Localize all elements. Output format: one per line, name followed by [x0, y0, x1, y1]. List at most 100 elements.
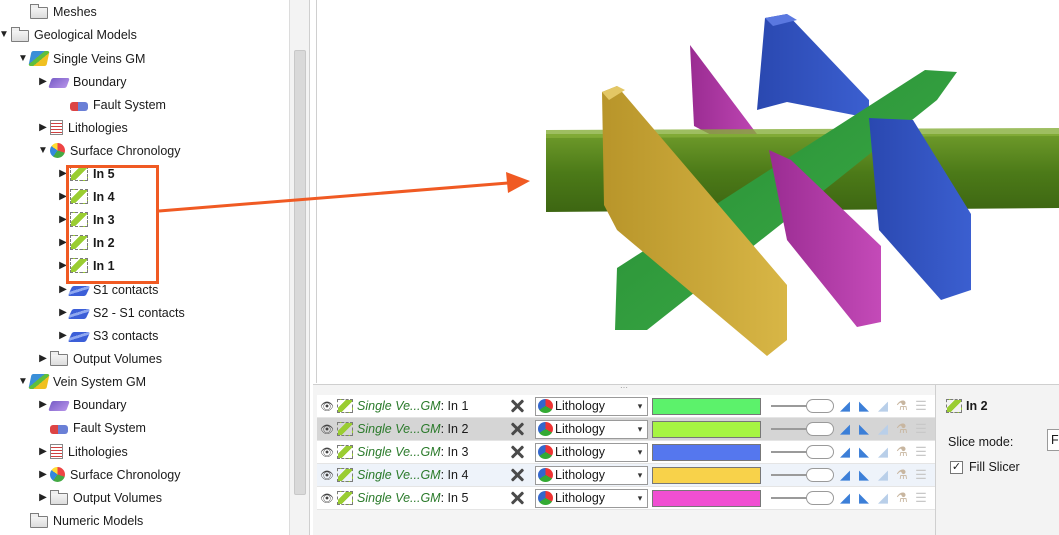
slice-both-icon[interactable]: ◢: [875, 467, 891, 483]
tree-item[interactable]: ▶ Output Volumes: [36, 486, 162, 509]
expand-arrow-icon[interactable]: ▶: [36, 353, 50, 364]
slider-thumb[interactable]: [806, 445, 834, 459]
tree-item[interactable]: ▼ Single Veins GM: [16, 47, 145, 70]
slice-front-icon[interactable]: ◢: [837, 490, 853, 506]
colour-swatch[interactable]: [652, 489, 761, 507]
colour-mode-select[interactable]: Lithology ▾: [535, 488, 648, 508]
remove-shape-icon[interactable]: [509, 444, 525, 460]
colour-mode-select[interactable]: Lithology ▾: [535, 442, 648, 462]
legend-list-icon[interactable]: ☰: [913, 490, 929, 506]
tree-item[interactable]: Fault System: [36, 416, 146, 439]
properties-tool-icon[interactable]: ⚗: [894, 444, 910, 460]
colour-mode-select[interactable]: Lithology ▾: [535, 419, 648, 439]
slice-back-icon[interactable]: ◣: [856, 490, 872, 506]
tree-item[interactable]: ▶ S3 contacts: [56, 324, 158, 347]
legend-list-icon[interactable]: ☰: [913, 467, 929, 483]
slice-front-icon[interactable]: ◢: [837, 421, 853, 437]
opacity-slider[interactable]: [771, 489, 834, 507]
properties-tool-icon[interactable]: ⚗: [894, 421, 910, 437]
scene-viewport[interactable]: [316, 0, 1059, 383]
collapse-arrow-icon[interactable]: ▼: [36, 145, 50, 156]
remove-shape-icon[interactable]: [509, 398, 525, 414]
visibility-eye-icon[interactable]: 👁: [317, 400, 337, 413]
visibility-eye-icon[interactable]: 👁: [317, 446, 337, 459]
slice-back-icon[interactable]: ◣: [856, 398, 872, 414]
legend-list-icon[interactable]: ☰: [913, 444, 929, 460]
collapse-arrow-icon[interactable]: ▼: [16, 53, 30, 64]
colour-mode-label: Lithology: [555, 422, 606, 436]
shape-list-row[interactable]: 👁 Single Ve...GM: In 5 Lithology ▾ ◢ ◣ ◢ ⚗ ☰: [317, 487, 935, 510]
tree-scrollbar[interactable]: [289, 0, 310, 535]
slider-thumb[interactable]: [806, 491, 834, 505]
visibility-eye-icon[interactable]: 👁: [317, 469, 337, 482]
colour-mode-select[interactable]: Lithology ▾: [535, 396, 648, 416]
lithology-icon: [538, 399, 553, 413]
opacity-slider[interactable]: [771, 466, 834, 484]
slice-both-icon[interactable]: ◢: [875, 444, 891, 460]
tree-item[interactable]: ▶ Output Volumes: [36, 347, 162, 370]
shape-list-row[interactable]: 👁 Single Ve...GM: In 3 Lithology ▾ ◢ ◣ ◢ ⚗ ☰: [317, 441, 935, 464]
colour-swatch[interactable]: [652, 420, 761, 438]
expand-arrow-icon[interactable]: ▶: [36, 446, 50, 457]
slice-both-icon[interactable]: ◢: [875, 490, 891, 506]
fill-slicer-checkbox[interactable]: ✓: [950, 460, 963, 474]
properties-tool-icon[interactable]: ⚗: [894, 490, 910, 506]
properties-tool-icon[interactable]: ⚗: [894, 398, 910, 414]
slice-front-icon[interactable]: ◢: [837, 444, 853, 460]
properties-tool-icon[interactable]: ⚗: [894, 467, 910, 483]
tree-item[interactable]: ▼ Surface Chronology: [36, 139, 180, 162]
expand-arrow-icon[interactable]: ▶: [36, 492, 50, 503]
shape-list-row[interactable]: 👁 Single Ve...GM: In 1 Lithology ▾ ◢ ◣ ◢ ⚗ ☰: [317, 395, 935, 418]
chevron-down-icon: ▾: [637, 446, 643, 457]
opacity-slider[interactable]: [771, 443, 834, 461]
slice-both-icon[interactable]: ◢: [875, 398, 891, 414]
legend-list-icon[interactable]: ☰: [913, 421, 929, 437]
shape-model-name: Single Ve...GM: [357, 422, 441, 436]
remove-shape-icon[interactable]: [509, 467, 525, 483]
tree-item[interactable]: ▼ Vein System GM: [16, 370, 146, 393]
visibility-eye-icon[interactable]: 👁: [317, 492, 337, 505]
folder-icon: [50, 350, 68, 366]
tree-item[interactable]: ▶ Surface Chronology: [36, 463, 180, 486]
panel-resize-grip[interactable]: ⋯: [313, 384, 935, 392]
shape-list-row[interactable]: 👁 Single Ve...GM: In 2 Lithology ▾ ◢ ◣ ◢ ⚗ ☰: [317, 418, 935, 441]
visibility-eye-icon[interactable]: 👁: [317, 423, 337, 436]
tree-item[interactable]: ▼ Geological Models: [0, 23, 137, 46]
tree-item-label: S1 contacts: [93, 282, 159, 297]
opacity-slider[interactable]: [771, 397, 834, 415]
slice-front-icon[interactable]: ◢: [837, 398, 853, 414]
remove-shape-icon[interactable]: [509, 490, 525, 506]
shape-list-row[interactable]: 👁 Single Ve...GM: In 4 Lithology ▾ ◢ ◣ ◢ ⚗ ☰: [317, 464, 935, 487]
slice-front-icon[interactable]: ◢: [837, 467, 853, 483]
slider-thumb[interactable]: [806, 422, 834, 436]
slider-thumb[interactable]: [806, 468, 834, 482]
collapse-arrow-icon[interactable]: ▼: [16, 376, 30, 387]
folder-icon: [30, 3, 48, 19]
tree-item[interactable]: Meshes: [16, 0, 97, 23]
tree-item[interactable]: Numeric Models: [16, 509, 143, 532]
slice-back-icon[interactable]: ◣: [856, 467, 872, 483]
tree-item[interactable]: ▶ Boundary: [36, 393, 126, 416]
colour-swatch[interactable]: [652, 443, 761, 461]
opacity-slider[interactable]: [771, 420, 834, 438]
collapse-arrow-icon[interactable]: ▼: [0, 29, 11, 40]
slice-back-icon[interactable]: ◣: [856, 444, 872, 460]
slider-thumb[interactable]: [806, 399, 834, 413]
expand-arrow-icon[interactable]: ▶: [36, 122, 50, 133]
tree-item[interactable]: ▶ Lithologies: [36, 116, 128, 139]
colour-mode-select[interactable]: Lithology ▾: [535, 465, 648, 485]
slice-back-icon[interactable]: ◣: [856, 421, 872, 437]
legend-list-icon[interactable]: ☰: [913, 398, 929, 414]
expand-arrow-icon[interactable]: ▶: [36, 469, 50, 480]
remove-shape-icon[interactable]: [509, 421, 525, 437]
tree-item[interactable]: ▶ S2 - S1 contacts: [56, 301, 185, 324]
colour-swatch[interactable]: [652, 397, 761, 415]
tree-scrollbar-thumb[interactable]: [294, 50, 306, 495]
colour-swatch[interactable]: [652, 466, 761, 484]
slice-both-icon[interactable]: ◢: [875, 421, 891, 437]
fill-slicer-option[interactable]: ✓ Fill Slicer: [950, 460, 1020, 474]
tree-item[interactable]: ▶ Lithologies: [36, 440, 128, 463]
slice-mode-select[interactable]: Fr: [1047, 429, 1059, 451]
tree-item[interactable]: Fault System: [56, 93, 166, 116]
tree-item[interactable]: ▶ Boundary: [36, 70, 126, 93]
